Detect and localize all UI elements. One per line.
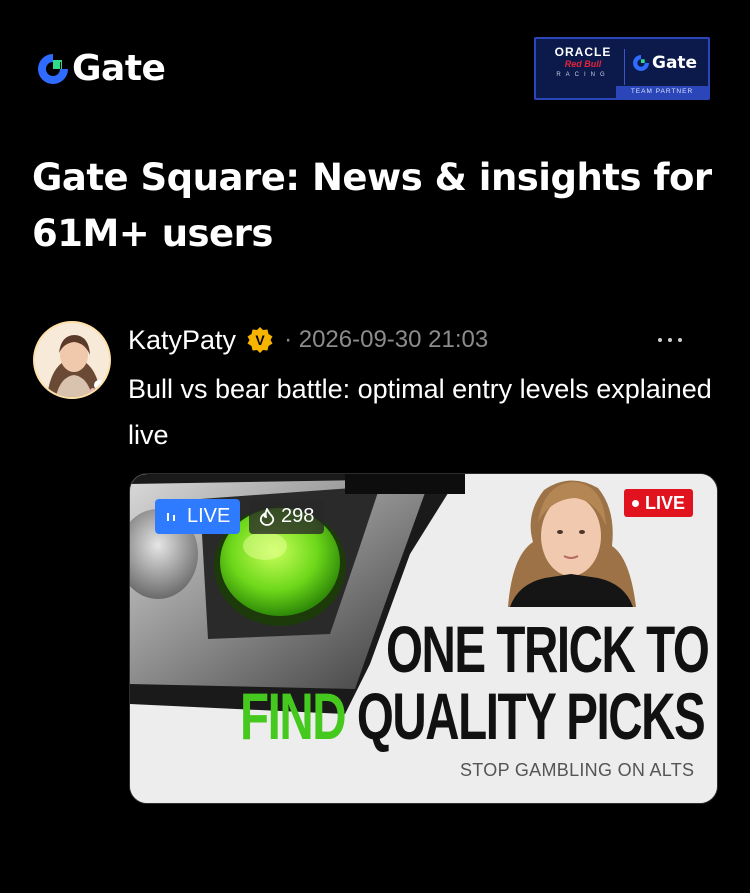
more-options-button[interactable] [650, 322, 690, 358]
thumbnail-live-tag: LIVE [624, 489, 694, 517]
post-title[interactable]: Bull vs bear battle: optimal entry level… [128, 366, 718, 458]
author-name[interactable]: KatyPaty [128, 322, 236, 358]
more-icon [658, 338, 662, 342]
gate-logo[interactable]: Gate [36, 48, 166, 89]
thumbnail-highlight-word: FIND [240, 679, 347, 753]
gate-square-page: Gate ORACLE Red Bull RACING Gate TEAM PA… [0, 0, 750, 893]
badge-divider [624, 49, 625, 85]
gate-logo-icon [38, 54, 68, 84]
live-indicator-badge: LIVE [155, 499, 241, 534]
post-meta: KatyPaty V · 2026-09-30 21:03 [128, 322, 488, 358]
verified-letter: V [255, 332, 265, 348]
gate-logo-icon [633, 55, 649, 71]
thumbnail-live-text: LIVE [645, 492, 686, 513]
live-bars-icon [167, 512, 175, 521]
team-partner-label: TEAM PARTNER [616, 86, 708, 98]
redbull-text: Red Bull [564, 59, 602, 69]
live-stream-thumbnail[interactable]: LIVE 298 LIVE ONE TRICK TO FIND QUALITY … [129, 473, 718, 804]
oracle-text: ORACLE [554, 45, 612, 59]
oracle-redbull-logo: ORACLE Red Bull RACING [544, 45, 622, 80]
page-headline: Gate Square: News & insights for 61M+ us… [32, 156, 712, 255]
brand-name: Gate [72, 48, 166, 89]
racing-text: RACING [556, 72, 610, 78]
live-dot-icon [632, 499, 639, 507]
thumbnail-headline-rest: QUALITY PICKS [345, 679, 706, 753]
verified-icon: V [247, 327, 273, 353]
thumbnail-subline: STOP GAMBLING ON ALTS [460, 760, 695, 780]
flame-icon [259, 507, 275, 526]
thumbnail-headline-line2: FIND QUALITY PICKS [240, 679, 706, 753]
avatar[interactable] [33, 321, 111, 399]
post-timestamp: · 2026-09-30 21:03 [284, 326, 489, 353]
live-label: LIVE [187, 505, 231, 527]
viewer-count-badge: 298 [249, 499, 325, 534]
team-partner-badge: ORACLE Red Bull RACING Gate TEAM PARTNER [534, 37, 710, 100]
viewer-count: 298 [281, 505, 315, 527]
badge-gate-text: Gate [652, 53, 698, 73]
badge-gate-logo: Gate [632, 53, 697, 73]
avatar-image [35, 323, 109, 397]
thumbnail-headline-line1: ONE TRICK TO [386, 612, 710, 686]
